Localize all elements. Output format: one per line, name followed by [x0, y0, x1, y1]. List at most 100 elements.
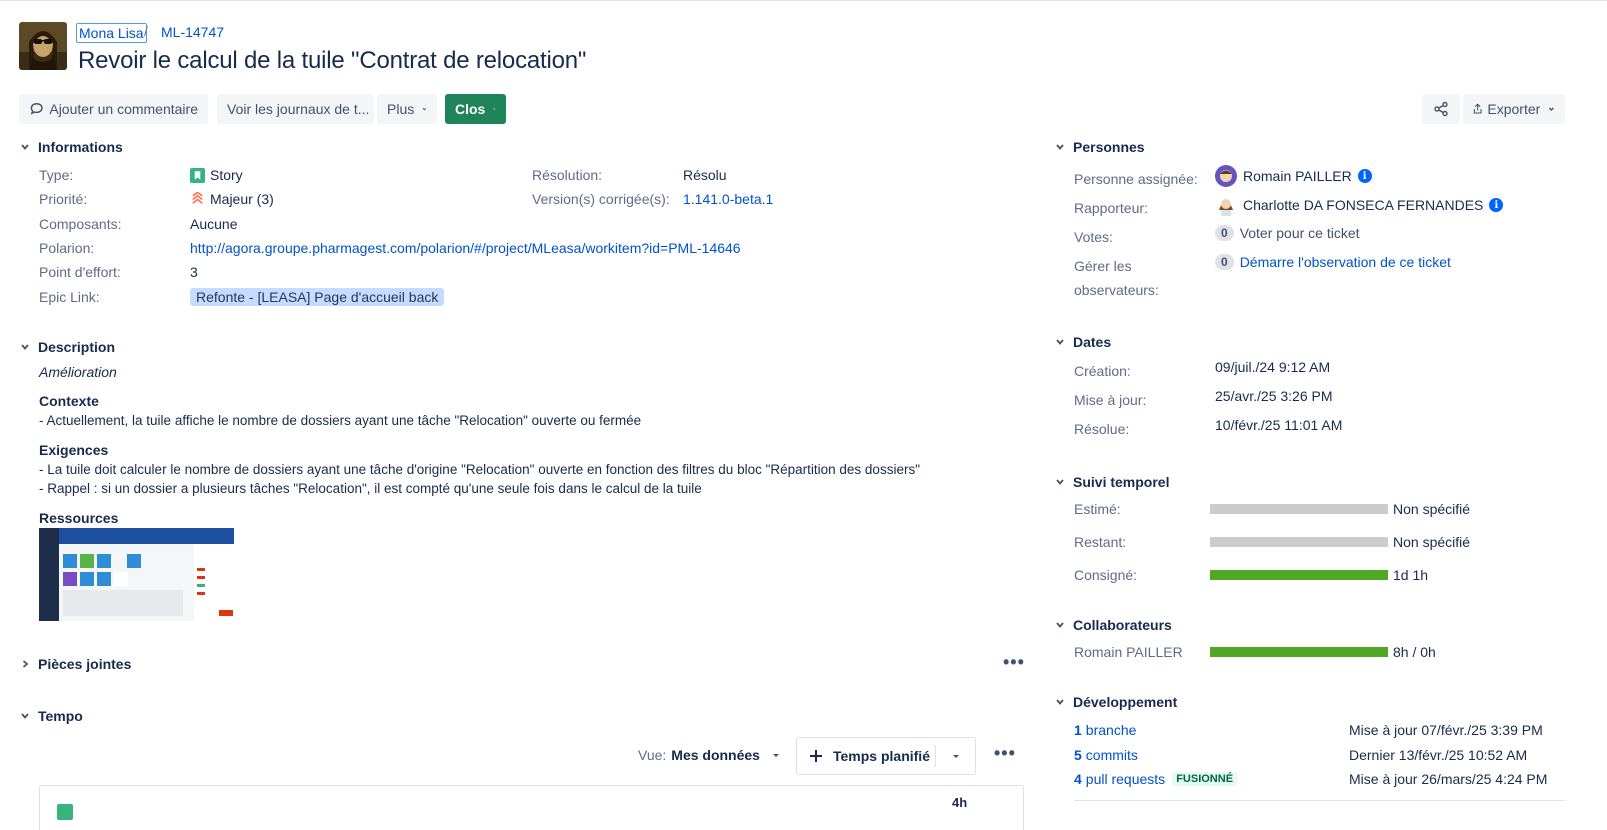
requirements-line-1: - La tuile doit calculer le nombre de do…	[39, 462, 920, 477]
branch-meta: Mise à jour 07/févr./25 3:39 PM	[1349, 722, 1543, 738]
view-work-logs-button[interactable]: Voir les journaux de t...	[217, 94, 374, 124]
collaborator-bar-track	[1210, 647, 1388, 657]
epic-link-label: Epic Link:	[39, 289, 100, 305]
export-label: Exporter	[1487, 101, 1541, 117]
resolution-value: Résolu	[683, 167, 727, 183]
chevron-down-icon	[1056, 144, 1064, 150]
view-work-logs-label: Voir les journaux de t...	[227, 101, 370, 117]
info-icon[interactable]: i	[1357, 169, 1372, 183]
logged-bar-track	[1210, 570, 1388, 580]
plus-icon	[810, 750, 822, 762]
attachments-section-toggle[interactable]: Pièces jointes	[20, 656, 131, 672]
components-label: Composants:	[39, 216, 122, 232]
collaborator-name: Romain PAILLER	[1074, 644, 1183, 660]
project-avatar[interactable]	[19, 22, 67, 70]
planned-time-dropdown[interactable]	[936, 738, 975, 774]
tempo-view-value: Mes données	[671, 747, 760, 763]
priority-label: Priorité:	[39, 191, 88, 207]
votes-label: Votes:	[1074, 229, 1113, 245]
chevron-down-icon	[1056, 339, 1064, 345]
votes-count-badge: 0	[1215, 225, 1234, 241]
breadcrumb-issue-key[interactable]: ML-14747	[161, 24, 224, 40]
share-button[interactable]	[1422, 94, 1460, 124]
chevron-down-icon	[1056, 699, 1064, 705]
assignee-value[interactable]: Romain PAILLER i	[1215, 165, 1372, 187]
estimated-value: Non spécifié	[1393, 501, 1471, 517]
epic-link-lozenge[interactable]: Refonte - [LEASA] Page d'accueil back	[190, 288, 445, 306]
tempo-more-icon[interactable]: •••	[994, 743, 1016, 764]
more-button[interactable]: Plus	[377, 94, 437, 124]
fix-version-label: Version(s) corrigée(s):	[532, 191, 670, 207]
development-heading: Développement	[1073, 694, 1178, 710]
chevron-down-icon	[21, 344, 29, 350]
merged-badge: FUSIONNÉ	[1172, 772, 1238, 786]
tempo-section-toggle[interactable]: Tempo	[20, 708, 83, 724]
reporter-label: Rapporteur:	[1074, 200, 1148, 216]
priority-value: Majeur (3)	[190, 191, 274, 207]
logged-value: 1d 1h	[1393, 567, 1429, 583]
requirements-line-2: - Rappel : si un dossier a plusieurs tâc…	[39, 481, 702, 496]
commits-meta: Dernier 13/févr./25 10:52 AM	[1349, 747, 1528, 763]
collaborators-section-toggle[interactable]: Collaborateurs	[1055, 617, 1172, 633]
estimated-label: Estimé:	[1074, 501, 1121, 517]
attachments-more-icon[interactable]: •••	[1003, 652, 1025, 673]
description-section-toggle[interactable]: Description	[20, 339, 115, 355]
avatar	[1215, 165, 1237, 187]
chevron-down-icon	[422, 107, 427, 111]
informations-section-toggle[interactable]: Informations	[20, 139, 123, 155]
watch-link[interactable]: Démarre l'observation de ce ticket	[1240, 254, 1451, 270]
people-heading: Personnes	[1073, 139, 1145, 155]
resource-thumbnail[interactable]	[39, 528, 234, 621]
pull-requests-link[interactable]: 4 pull requests FUSIONNÉ	[1074, 771, 1238, 787]
page-title: Revoir le calcul de la tuile "Contrat de…	[78, 47, 587, 74]
effort-label: Point d'effort:	[39, 264, 121, 280]
export-button[interactable]: Exporter	[1463, 94, 1565, 124]
commits-count: 5	[1074, 747, 1082, 763]
time-tracking-heading: Suivi temporel	[1073, 474, 1170, 490]
tempo-worklog-row[interactable]: 4h	[39, 785, 1024, 830]
vote-link[interactable]: Voter pour ce ticket	[1240, 225, 1360, 241]
components-value: Aucune	[190, 216, 238, 232]
chevron-down-icon	[21, 144, 29, 150]
informations-heading: Informations	[38, 139, 123, 155]
breadcrumb-project-link[interactable]: Mona Lisa	[76, 23, 147, 43]
info-icon[interactable]: i	[1489, 198, 1504, 212]
add-comment-label: Ajouter un commentaire	[49, 101, 198, 117]
pr-meta: Mise à jour 26/mars/25 4:24 PM	[1349, 771, 1548, 787]
chevron-right-icon	[22, 660, 29, 668]
description-subtitle: Amélioration	[39, 364, 117, 380]
resolution-label: Résolution:	[532, 167, 603, 183]
commits-link[interactable]: 5 commits	[1074, 747, 1138, 763]
development-section-toggle[interactable]: Développement	[1055, 694, 1177, 710]
time-tracking-section-toggle[interactable]: Suivi temporel	[1055, 474, 1169, 490]
watchers-count-badge: 0	[1215, 254, 1234, 270]
votes-value[interactable]: 0 Voter pour ce ticket	[1215, 225, 1360, 241]
caret-down-icon	[772, 754, 779, 757]
caret-down-icon	[952, 755, 959, 758]
status-button[interactable]: Clos	[445, 94, 506, 124]
dates-section-toggle[interactable]: Dates	[1055, 334, 1111, 350]
fix-version-link[interactable]: 1.141.0-beta.1	[683, 191, 773, 207]
attachments-heading: Pièces jointes	[38, 656, 132, 672]
type-value-text: Story	[210, 167, 243, 183]
polarion-label: Polarion:	[39, 240, 95, 256]
watchers-label-line-1: Gérer les	[1074, 258, 1132, 274]
chevron-down-icon	[493, 108, 496, 110]
watchers-label-line-2: observateurs:	[1074, 282, 1159, 298]
planned-time-button[interactable]: Temps planifié	[797, 738, 935, 774]
planned-time-label: Temps planifié	[833, 748, 930, 764]
reporter-value[interactable]: Charlotte DA FONSECA FERNANDES i	[1215, 194, 1504, 216]
add-comment-button[interactable]: Ajouter un commentaire	[19, 94, 208, 124]
branch-link[interactable]: 1 branche	[1074, 722, 1136, 738]
created-value: 09/juil./24 9:12 AM	[1215, 359, 1331, 375]
remaining-bar	[1210, 537, 1388, 547]
watchers-value[interactable]: 0 Démarre l'observation de ce ticket	[1215, 254, 1451, 270]
status-label: Clos	[455, 101, 486, 117]
polarion-link[interactable]: http://agora.groupe.pharmagest.com/polar…	[190, 240, 741, 256]
resolved-value: 10/févr./25 11:01 AM	[1215, 417, 1343, 433]
tempo-view-select[interactable]: Vue: Mes données	[638, 747, 781, 763]
chevron-down-icon	[1056, 622, 1064, 628]
commits-label: commits	[1085, 747, 1138, 763]
people-section-toggle[interactable]: Personnes	[1055, 139, 1145, 155]
updated-label: Mise à jour:	[1074, 392, 1147, 408]
